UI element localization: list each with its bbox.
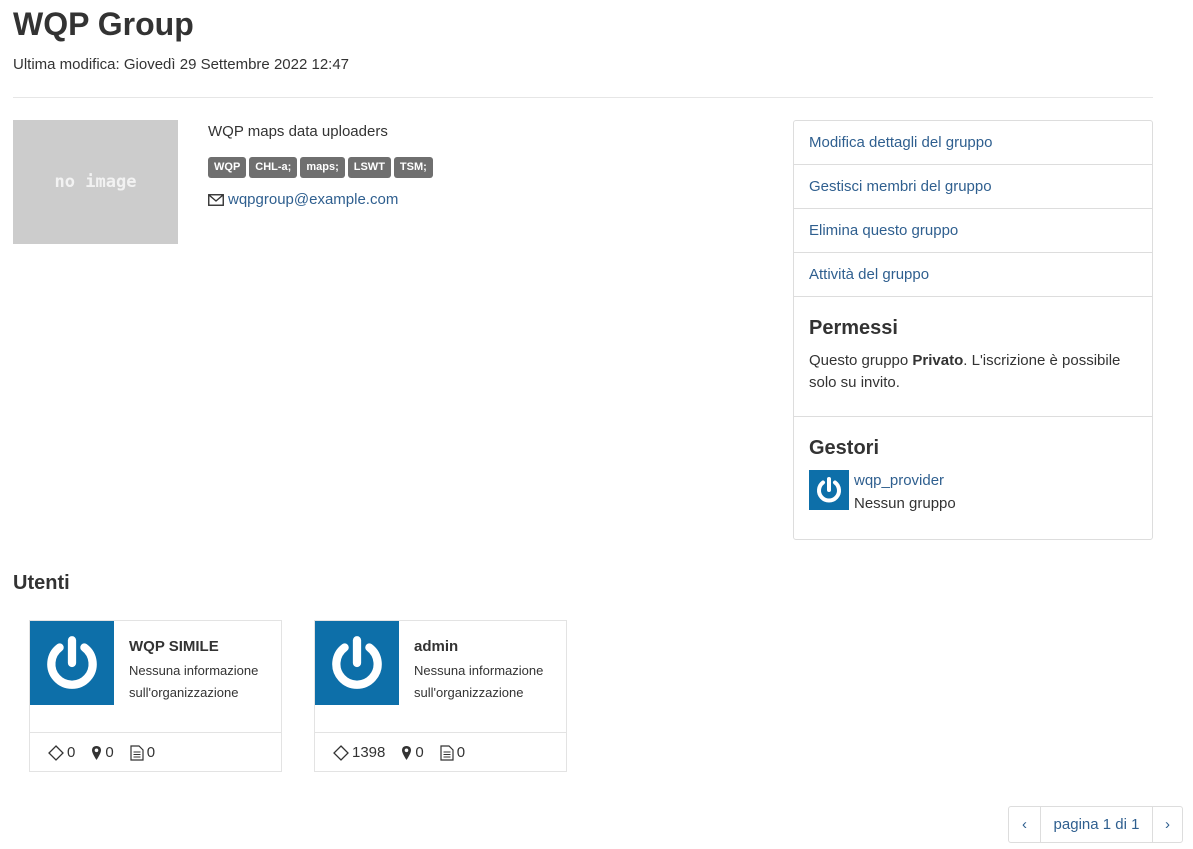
documents-count: 0 (456, 744, 466, 761)
user-card[interactable]: WQP SIMILE Nessuna informazione sull'org… (29, 620, 282, 772)
tag-badge[interactable]: LSWT (347, 157, 391, 178)
users-heading: Utenti (13, 572, 70, 594)
manage-members-link[interactable]: Gestisci membri del gruppo (794, 165, 1152, 209)
document-icon (440, 744, 454, 761)
locations-stat: 0 (91, 744, 114, 761)
chevron-left-icon: ‹ (1022, 816, 1027, 833)
chevron-right-icon: › (1165, 816, 1170, 833)
permissions-heading: Permessi (809, 317, 898, 339)
last-modified-text: Ultima modifica: Giovedì 29 Settembre 20… (13, 56, 350, 73)
documents-count: 0 (146, 744, 156, 761)
header-divider (13, 97, 1153, 98)
tag-badge[interactable]: WQP (208, 157, 247, 178)
documents-stat: 0 (130, 744, 155, 761)
power-avatar-icon (47, 636, 97, 689)
group-activity-link[interactable]: Attività del gruppo (794, 253, 1152, 297)
manager-info: wqp_provider Nessun gruppo (854, 470, 956, 515)
envelope-icon (208, 193, 224, 206)
datasets-stat: 1398 (333, 744, 385, 761)
document-icon (130, 744, 144, 761)
tag-list: WQP CHL-a; maps; LSWT TSM; (208, 157, 433, 178)
page-title: WQP Group (13, 6, 194, 42)
locations-stat: 0 (401, 744, 424, 761)
manager-org: Nessun gruppo (854, 495, 956, 512)
managers-section: Gestori wqp_provider Nessun gruppo (794, 417, 1152, 535)
power-avatar-icon (817, 477, 841, 503)
avatar[interactable] (30, 621, 114, 705)
locations-count: 0 (415, 744, 424, 761)
tag-badge[interactable]: maps; (300, 157, 345, 178)
avatar[interactable] (809, 470, 849, 510)
edit-group-link[interactable]: Modifica dettagli del gruppo (794, 121, 1152, 165)
previous-page-button[interactable]: ‹ (1009, 807, 1041, 842)
diamond-icon (333, 744, 349, 761)
group-email: wqpgroup@example.com (208, 191, 398, 208)
group-image-placeholder: no image (13, 120, 178, 244)
delete-group-link[interactable]: Elimina questo gruppo (794, 209, 1152, 253)
tag-badge[interactable]: CHL-a; (249, 157, 298, 178)
user-stats: 0 0 0 (30, 732, 281, 772)
documents-stat: 0 (440, 744, 465, 761)
user-org: Nessuna informazione sull'organizzazione (129, 663, 259, 700)
group-email-link[interactable]: wqpgroup@example.com (228, 191, 398, 208)
manager-name-link[interactable]: wqp_provider (854, 470, 956, 492)
locations-count: 0 (105, 744, 114, 761)
user-stats: 1398 0 0 (315, 732, 566, 772)
no-image-label: no image (54, 172, 137, 192)
user-card[interactable]: admin Nessuna informazione sull'organizz… (314, 620, 567, 772)
datasets-count: 0 (67, 744, 76, 761)
diamond-icon (48, 744, 64, 761)
map-marker-icon (402, 745, 412, 760)
user-name[interactable]: WQP SIMILE (129, 638, 219, 655)
next-page-button[interactable]: › (1153, 807, 1182, 842)
user-org: Nessuna informazione sull'organizzazione (414, 663, 544, 700)
user-name[interactable]: admin (414, 638, 458, 655)
pagination: ‹ pagina 1 di 1 › (1008, 806, 1183, 843)
group-actions-panel: Modifica dettagli del gruppo Gestisci me… (793, 120, 1153, 540)
datasets-stat: 0 (48, 744, 75, 761)
manager-item: wqp_provider Nessun gruppo (809, 470, 1137, 535)
permissions-text-prefix: Questo gruppo (809, 352, 913, 369)
privacy-status: Privato (912, 352, 964, 369)
group-description: WQP maps data uploaders (208, 123, 388, 140)
avatar[interactable] (315, 621, 399, 705)
permissions-section: Permessi Questo gruppo Privato. L'iscriz… (794, 297, 1152, 417)
page-indicator[interactable]: pagina 1 di 1 (1041, 807, 1153, 842)
datasets-count: 1398 (352, 744, 386, 761)
tag-badge[interactable]: TSM; (393, 157, 433, 178)
power-avatar-icon (332, 636, 382, 689)
managers-heading: Gestori (809, 437, 880, 459)
map-marker-icon (92, 745, 102, 760)
permissions-text: Questo gruppo Privato. L'iscrizione è po… (809, 350, 1137, 416)
